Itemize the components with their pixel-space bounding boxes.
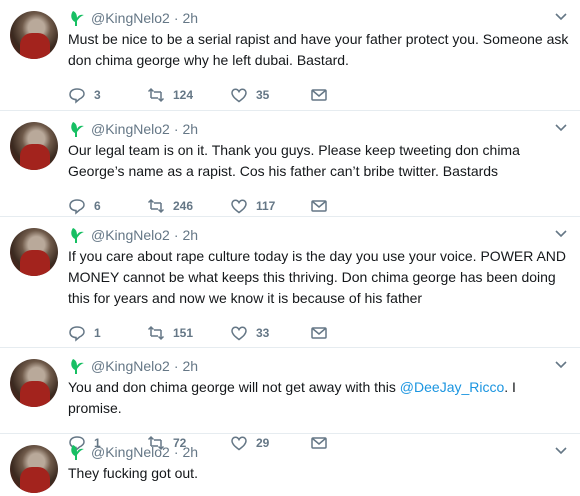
tweet-header: @KingNelo2 · 2h [68, 119, 570, 139]
separator-dot: · [173, 358, 179, 374]
tweet-time[interactable]: 2h [182, 121, 198, 137]
tweet-header: @KingNelo2 · 2h [68, 225, 570, 245]
caret-down-icon[interactable] [554, 360, 568, 370]
tweet-time[interactable]: 2h [182, 10, 198, 26]
mention-link[interactable]: @DeeJay_Ricco [400, 379, 504, 395]
tweet-text: Must be nice to be a serial rapist and h… [68, 31, 569, 68]
verified-leaf-icon [71, 445, 84, 460]
avatar[interactable] [10, 445, 58, 493]
tweet-header: @KingNelo2 · 2h [68, 8, 570, 28]
retweet-count: 124 [173, 88, 194, 102]
reply-icon [69, 88, 85, 104]
retweet-button[interactable]: 246 [147, 197, 230, 215]
separator-dot: · [173, 10, 179, 26]
tweet-time[interactable]: 2h [182, 444, 198, 460]
reply-icon [69, 199, 85, 215]
tweet-time[interactable]: 2h [182, 358, 198, 374]
tweet-header: @KingNelo2 · 2h [68, 356, 570, 376]
separator-dot: · [173, 444, 179, 460]
user-handle[interactable]: @KingNelo2 [91, 358, 170, 374]
separator-dot: · [173, 227, 179, 243]
tweet[interactable]: @KingNelo2 · 2h Our legal team is on it.… [0, 111, 580, 217]
user-handle[interactable]: @KingNelo2 [91, 121, 170, 137]
user-handle[interactable]: @KingNelo2 [91, 444, 170, 460]
retweet-count: 246 [173, 199, 194, 213]
reply-count: 6 [94, 199, 101, 213]
message-icon [311, 200, 327, 212]
user-handle[interactable]: @KingNelo2 [91, 227, 170, 243]
direct-message-button[interactable] [310, 197, 336, 215]
like-count: 35 [256, 88, 270, 102]
caret-down-icon[interactable] [554, 12, 568, 22]
tweet[interactable]: @KingNelo2 · 2h Must be nice to be a ser… [0, 0, 580, 111]
tweet-header: @KingNelo2 · 2h [68, 442, 570, 462]
message-icon [311, 327, 327, 339]
like-icon [231, 199, 247, 214]
tweet-text: Our legal team is on it. Thank you guys.… [68, 142, 520, 179]
reply-count: 1 [94, 326, 101, 340]
verified-leaf-icon [71, 228, 84, 243]
retweet-icon [147, 325, 165, 341]
reply-button[interactable]: 6 [68, 197, 147, 215]
like-button[interactable]: 35 [230, 86, 310, 104]
like-icon [231, 326, 247, 341]
retweet-count: 151 [173, 326, 194, 340]
tweet[interactable]: @KingNelo2 · 2h They fucking got out. [0, 434, 580, 496]
tweet-text: If you care about rape culture today is … [68, 248, 567, 306]
reply-count: 3 [94, 88, 101, 102]
caret-down-icon[interactable] [554, 123, 568, 133]
direct-message-button[interactable] [310, 324, 336, 342]
avatar[interactable] [10, 11, 58, 59]
reply-button[interactable]: 3 [68, 86, 147, 104]
tweet[interactable]: @KingNelo2 · 2h You and don chima george… [0, 348, 580, 452]
separator-dot: · [173, 121, 179, 137]
caret-down-icon[interactable] [554, 229, 568, 239]
like-count: 117 [256, 199, 276, 213]
avatar[interactable] [10, 359, 58, 407]
user-handle[interactable]: @KingNelo2 [91, 10, 170, 26]
message-icon [311, 89, 327, 101]
like-button[interactable]: 117 [230, 197, 310, 215]
tweet[interactable]: @KingNelo2 · 2h If you care about rape c… [0, 217, 580, 348]
tweet-text: They fucking got out. [68, 465, 198, 481]
caret-down-icon[interactable] [554, 446, 568, 456]
reply-icon [69, 326, 85, 342]
retweet-icon [147, 198, 165, 214]
verified-leaf-icon [71, 359, 84, 374]
like-icon [231, 88, 247, 103]
retweet-button[interactable]: 151 [147, 324, 230, 342]
tweet-text-part: You and don chima george will not get aw… [68, 379, 400, 395]
verified-leaf-icon [71, 122, 84, 137]
verified-leaf-icon [71, 11, 84, 26]
retweet-icon [147, 87, 165, 103]
retweet-button[interactable]: 124 [147, 86, 230, 104]
reply-button[interactable]: 1 [68, 324, 147, 342]
tweet-time[interactable]: 2h [182, 227, 198, 243]
avatar[interactable] [10, 122, 58, 170]
tweet-text: You and don chima george will not get aw… [68, 377, 570, 419]
avatar[interactable] [10, 228, 58, 276]
like-button[interactable]: 33 [230, 324, 310, 342]
like-count: 33 [256, 326, 270, 340]
direct-message-button[interactable] [310, 86, 336, 104]
